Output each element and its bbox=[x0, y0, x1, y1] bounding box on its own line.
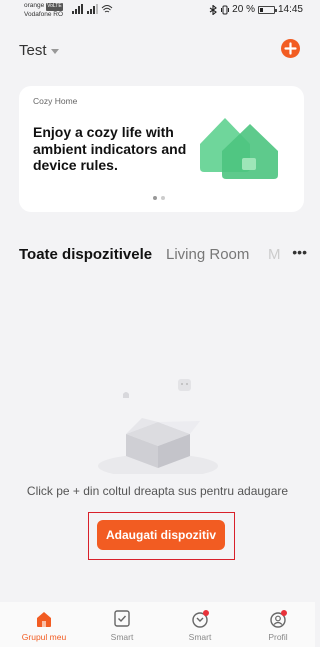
home-icon bbox=[37, 612, 51, 627]
carrier-info: orange VoLTE Vodafone RO bbox=[24, 2, 63, 18]
nav-label: Grupul meu bbox=[21, 632, 67, 642]
carrier-name-2: Vodafone RO bbox=[24, 10, 64, 18]
room-tabs: Toate dispozitivele Living Room M ••• bbox=[19, 245, 307, 268]
carousel-dot bbox=[161, 196, 165, 200]
carousel-dot bbox=[153, 196, 157, 200]
battery-percent: 20 % bbox=[232, 4, 255, 15]
nav-smart-scenes[interactable]: Smart bbox=[92, 610, 152, 642]
tab-living-room[interactable]: Living Room bbox=[166, 246, 249, 263]
vibrate-icon bbox=[221, 5, 230, 14]
add-device-plus-button[interactable] bbox=[281, 39, 300, 58]
nav-my-home[interactable]: Grupul meu bbox=[14, 610, 74, 642]
promo-banner[interactable]: Cozy Home Enjoy a cozy life with ambient… bbox=[19, 86, 304, 212]
nav-label: Smart bbox=[188, 632, 212, 642]
mall-icon bbox=[192, 610, 209, 628]
checkbox-icon bbox=[114, 610, 130, 627]
banner-text: Enjoy a cozy life with ambient indicator… bbox=[33, 124, 187, 173]
carrier-name-1: orange bbox=[24, 2, 45, 9]
nav-label: Profil bbox=[268, 632, 288, 642]
empty-box-illustration bbox=[98, 379, 218, 474]
signal-icon bbox=[72, 4, 113, 14]
plus-icon bbox=[284, 42, 297, 55]
bottom-nav: Grupul meu Smart Smart Profil bbox=[0, 602, 315, 647]
volte-badge: VoLTE bbox=[46, 3, 63, 11]
battery-icon bbox=[257, 5, 277, 14]
clock: 14:45 bbox=[277, 4, 303, 15]
status-right: 20 % 14:45 bbox=[209, 4, 303, 15]
caret-down-icon bbox=[50, 49, 59, 54]
cozy-home-illustration bbox=[200, 118, 278, 179]
signal-wifi-icons bbox=[72, 4, 114, 16]
tab-partial[interactable]: M bbox=[268, 246, 281, 263]
carousel-dots bbox=[153, 196, 165, 200]
nav-label: Smart bbox=[110, 632, 134, 642]
banner-tag: Cozy Home bbox=[33, 96, 78, 106]
nav-profile[interactable]: Profil bbox=[248, 610, 308, 642]
more-options-button[interactable]: ••• bbox=[285, 245, 307, 266]
add-device-button[interactable]: Adaugati dispozitiv bbox=[97, 520, 225, 550]
tab-all-devices[interactable]: Toate dispozitivele bbox=[19, 246, 152, 263]
home-name: Test bbox=[19, 42, 47, 59]
empty-state-message: Click pe + din coltul dreapta sus pentru… bbox=[26, 484, 289, 498]
home-selector[interactable]: Test bbox=[19, 42, 59, 59]
highlight-box: Adaugati dispozitiv bbox=[88, 512, 235, 560]
bluetooth-icon bbox=[209, 4, 218, 15]
nav-smart-mall[interactable]: Smart bbox=[170, 610, 230, 642]
profile-icon bbox=[270, 610, 287, 628]
status-bar: orange VoLTE Vodafone RO 20 % 14:45 bbox=[0, 0, 315, 22]
